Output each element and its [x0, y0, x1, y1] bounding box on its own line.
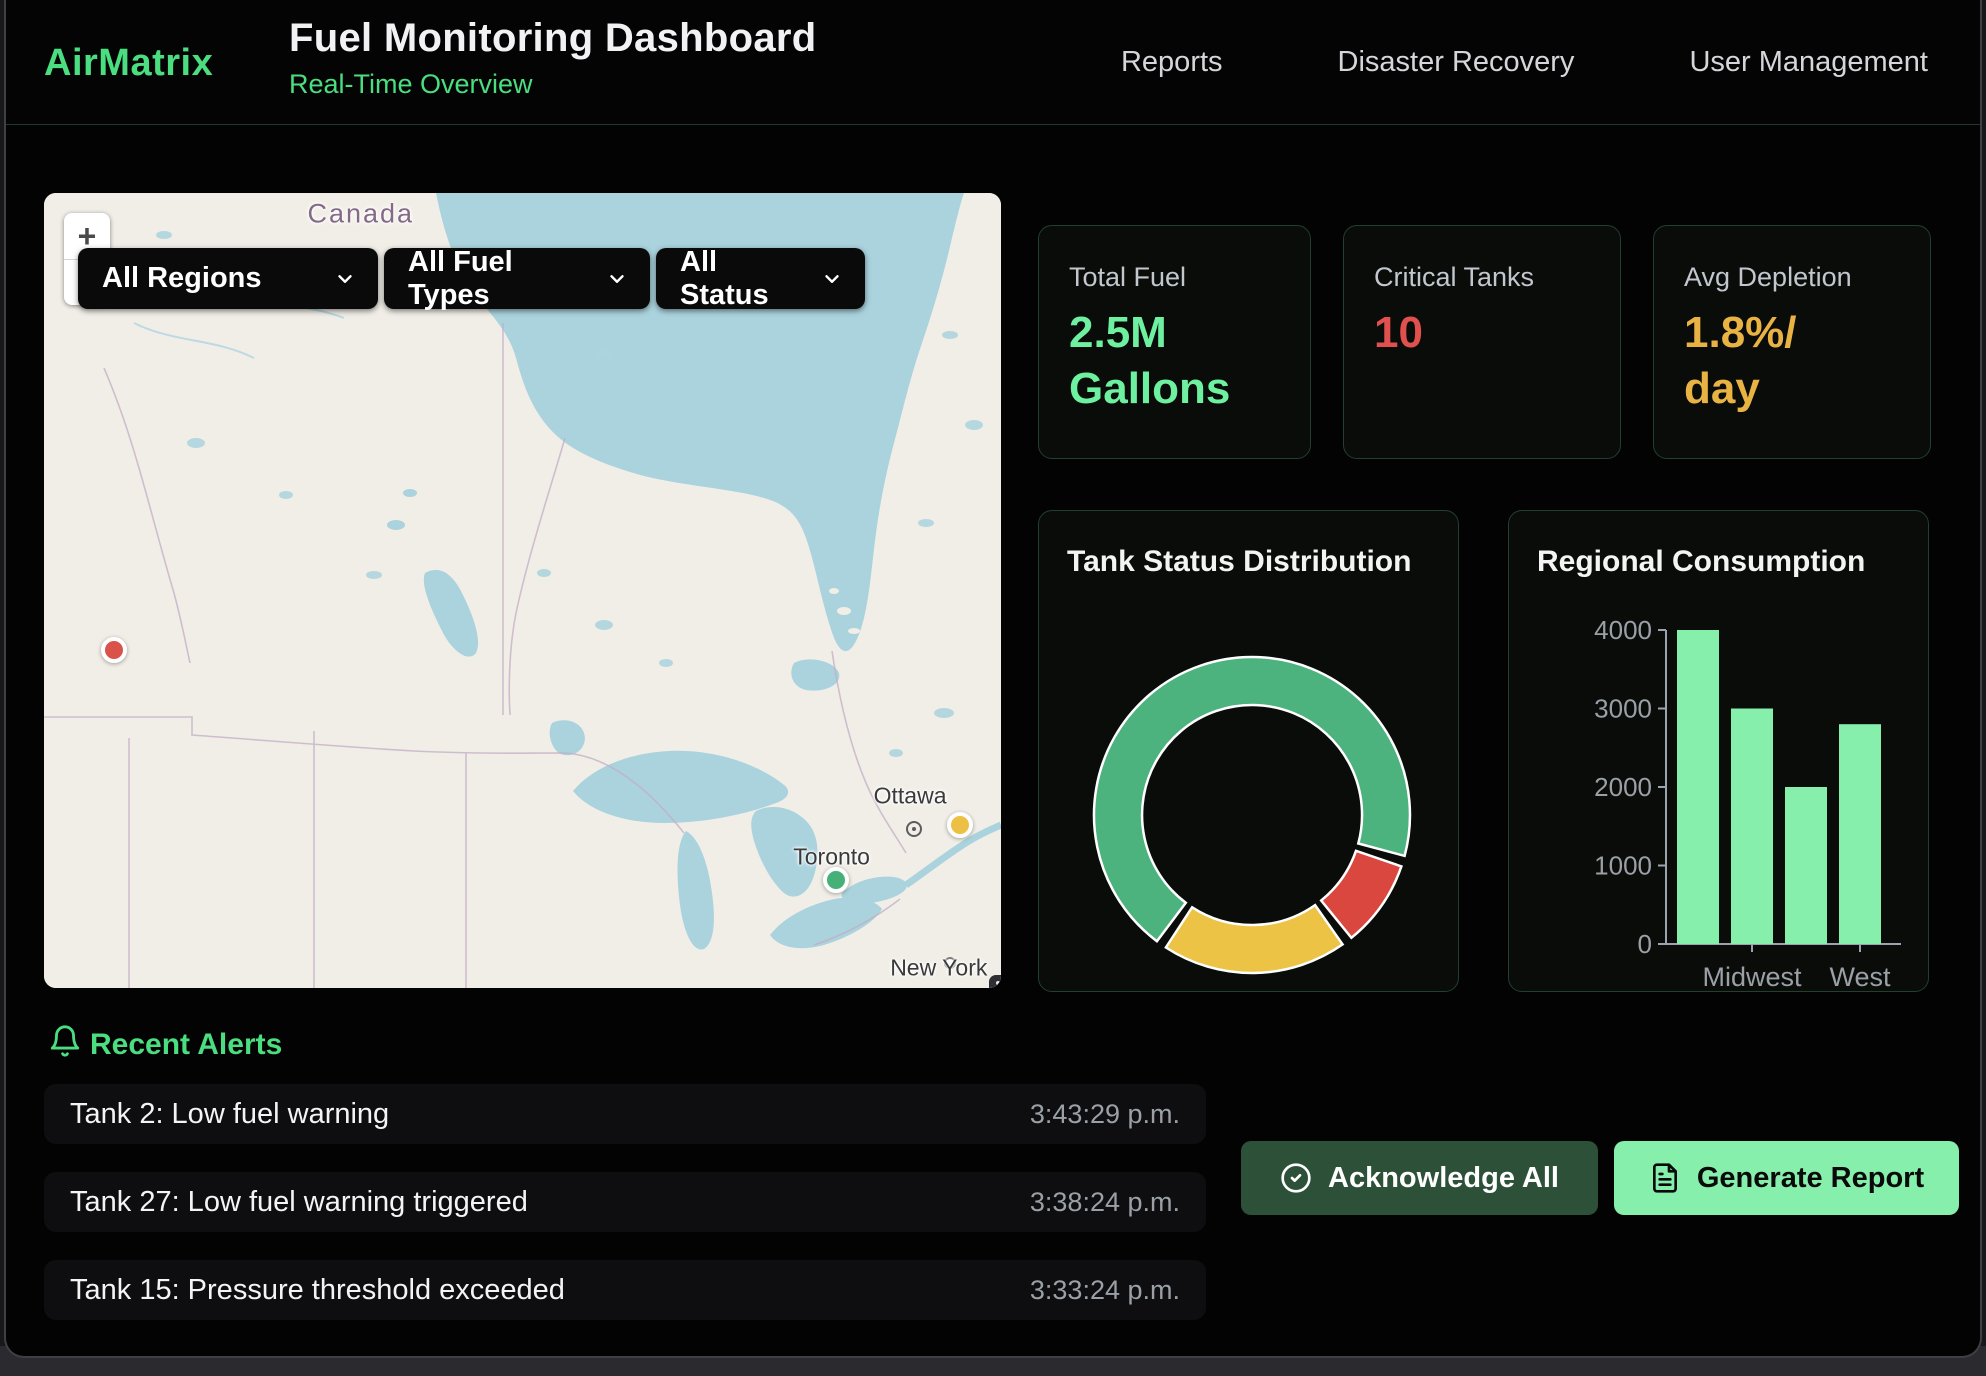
generate-report-label: Generate Report: [1697, 1162, 1924, 1195]
x-tick-label: West: [1829, 962, 1891, 992]
map-lake: [387, 520, 405, 530]
bar: [1731, 709, 1773, 945]
title-block: Fuel Monitoring Dashboard Real-Time Over…: [289, 16, 816, 100]
bell-icon: [48, 1024, 82, 1058]
map-island: [848, 628, 860, 634]
map-marker-critical[interactable]: [101, 637, 127, 663]
chevron-down-icon: [334, 268, 356, 290]
y-tick-label: 4000: [1594, 615, 1652, 645]
regional-consumption-card: Regional Consumption 01000200030004000Mi…: [1508, 510, 1929, 992]
y-tick-label: 0: [1638, 929, 1652, 959]
acknowledge-all-label: Acknowledge All: [1328, 1162, 1559, 1195]
root: AirMatrix Fuel Monitoring Dashboard Real…: [0, 0, 1986, 1376]
filter-select-all-regions[interactable]: All Regions: [78, 248, 378, 309]
bar: [1677, 630, 1719, 944]
alert-time: 3:43:29 p.m.: [1030, 1099, 1180, 1130]
chart-title: Tank Status Distribution: [1067, 545, 1411, 579]
stat-label: Critical Tanks: [1374, 262, 1590, 293]
bar-chart: 0 1000 2000 3000 4000 Midwest West: [1509, 573, 1930, 993]
city-dot-icon: [945, 958, 955, 968]
main-nav: Reports Disaster Recovery User Managemen…: [1121, 0, 1928, 125]
generate-report-button[interactable]: Generate Report: [1614, 1141, 1959, 1215]
alert-row: Tank 15: Pressure threshold exceeded 3:3…: [44, 1260, 1206, 1320]
stat-card-total-fuel: Total Fuel 2.5M Gallons: [1038, 225, 1311, 459]
page-subtitle: Real-Time Overview: [289, 69, 816, 100]
filter-select-label: All Regions: [102, 262, 262, 295]
filter-select-label: All Fuel Types: [408, 246, 592, 312]
chevron-down-icon: [606, 268, 628, 290]
nav-item-reports[interactable]: Reports: [1121, 46, 1223, 79]
stat-value: 1.8%/ day: [1684, 305, 1900, 418]
map-island: [829, 588, 839, 594]
chevron-down-icon: [821, 268, 843, 290]
nav-item-user-management[interactable]: User Management: [1689, 46, 1928, 79]
tank-status-card: Tank Status Distribution: [1038, 510, 1459, 992]
alert-row: Tank 27: Low fuel warning triggered 3:38…: [44, 1172, 1206, 1232]
alert-time: 3:38:24 p.m.: [1030, 1187, 1180, 1218]
alerts-title: Recent Alerts: [90, 1028, 282, 1062]
y-tick-label: 1000: [1594, 851, 1652, 881]
drag-handle[interactable]: [989, 975, 1001, 988]
alert-message: Tank 15: Pressure threshold exceeded: [70, 1274, 565, 1307]
alert-row: Tank 2: Low fuel warning 3:43:29 p.m.: [44, 1084, 1206, 1144]
stat-card-avg-depletion: Avg Depletion 1.8%/ day: [1653, 225, 1931, 459]
alert-time: 3:33:24 p.m.: [1030, 1275, 1180, 1306]
stat-value: 10: [1374, 305, 1590, 361]
acknowledge-all-button[interactable]: Acknowledge All: [1241, 1141, 1598, 1215]
map-marker-normal[interactable]: [823, 867, 849, 893]
map-panel: + − All Regions All Fuel Types: [44, 193, 1001, 988]
map-marker-warning[interactable]: [947, 812, 973, 838]
page-title: Fuel Monitoring Dashboard: [289, 16, 816, 61]
stat-value: 2.5M Gallons: [1069, 305, 1280, 418]
bar: [1785, 787, 1827, 944]
map-canvas[interactable]: [44, 193, 1001, 988]
alert-message: Tank 2: Low fuel warning: [70, 1098, 389, 1131]
donut-segment: [1321, 851, 1401, 938]
stat-label: Total Fuel: [1069, 262, 1280, 293]
y-tick-label: 3000: [1594, 694, 1652, 724]
file-text-icon: [1649, 1162, 1681, 1194]
bar: [1839, 724, 1881, 944]
donut-segment: [1166, 905, 1343, 973]
alert-message: Tank 27: Low fuel warning triggered: [70, 1186, 528, 1219]
map-filters: All Regions All Fuel Types All S: [78, 248, 865, 309]
filter-select-all-fuel-types[interactable]: All Fuel Types: [384, 248, 650, 309]
filter-select-label: All Status: [680, 246, 807, 312]
nav-item-disaster-recovery[interactable]: Disaster Recovery: [1338, 46, 1575, 79]
x-tick-label: Midwest: [1702, 962, 1802, 992]
y-tick-label: 2000: [1594, 772, 1652, 802]
header: AirMatrix Fuel Monitoring Dashboard Real…: [6, 0, 1980, 125]
check-circle-icon: [1280, 1162, 1312, 1194]
stat-card-critical-tanks: Critical Tanks 10: [1343, 225, 1621, 459]
brand-logo: AirMatrix: [44, 42, 213, 85]
stat-label: Avg Depletion: [1684, 262, 1900, 293]
filter-select-all-status[interactable]: All Status: [656, 248, 865, 309]
app-window: AirMatrix Fuel Monitoring Dashboard Real…: [4, 0, 1982, 1358]
donut-chart: [1039, 591, 1460, 991]
map-island: [837, 607, 851, 615]
map-lake: [403, 489, 417, 497]
